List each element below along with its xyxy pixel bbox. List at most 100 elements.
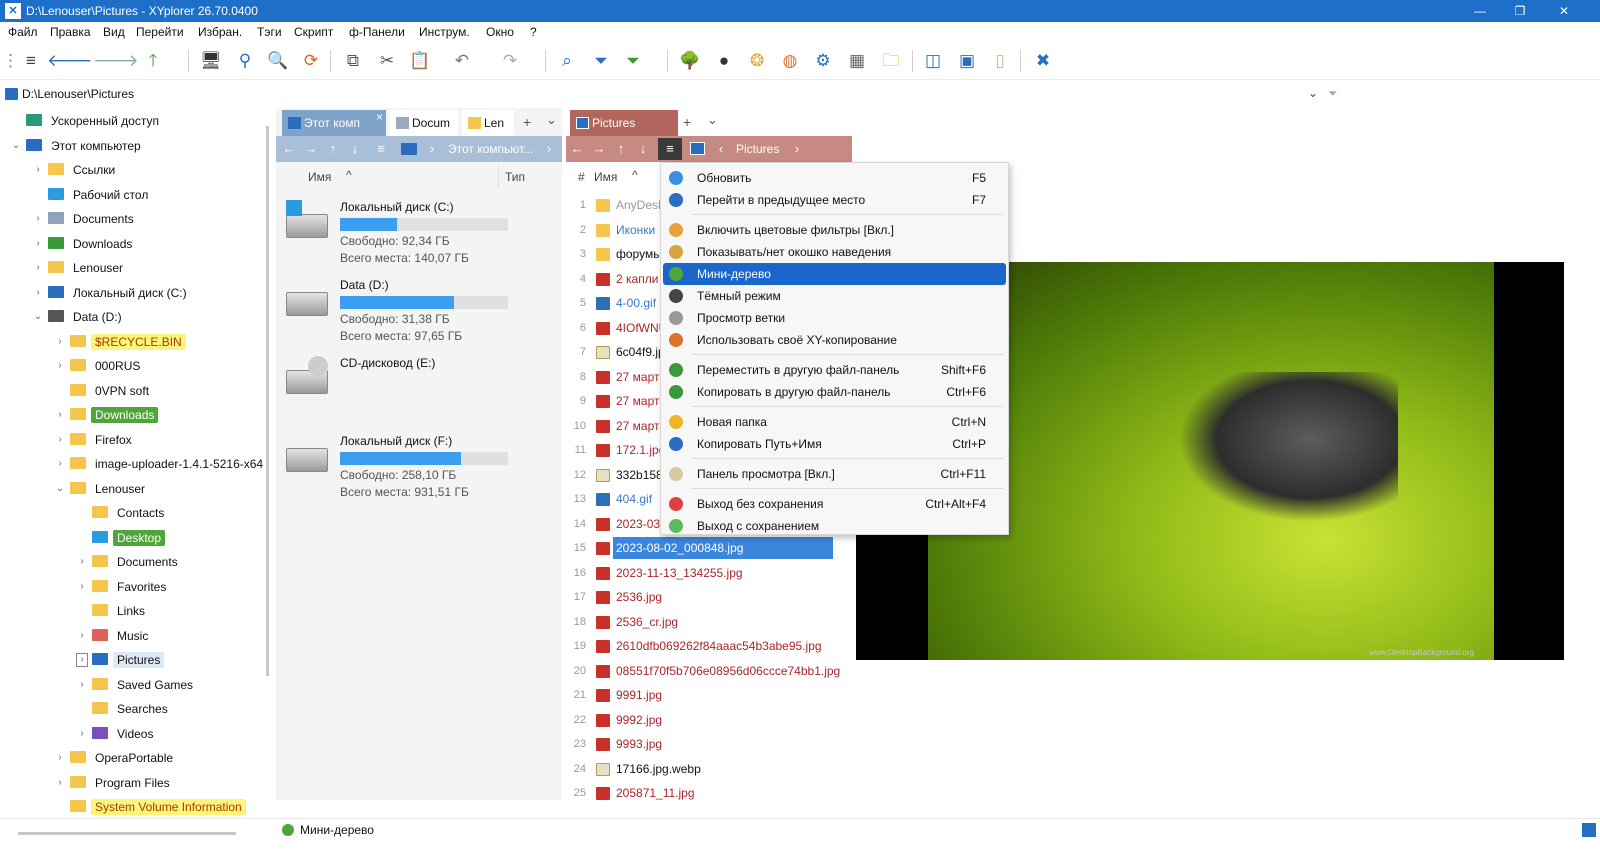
up-arrow-icon[interactable]: 🡑 [140, 48, 166, 74]
tab-list-icon[interactable]: ⌄ [546, 112, 557, 128]
chevron-down-icon[interactable]: ⌄ [32, 306, 44, 328]
new-folder-icon[interactable]: 🗀 [878, 48, 904, 74]
file-row[interactable]: 24 17166.jpg.webp [566, 758, 834, 780]
tree-item[interactable]: › Ссылки [36, 159, 119, 181]
chevron-right-icon[interactable]: › [76, 674, 88, 696]
redo-icon[interactable]: ↷ [497, 48, 523, 74]
menu-script[interactable]: Скрипт [294, 25, 333, 39]
filter-icon[interactable]: ⏷ [588, 48, 614, 74]
color-filter-icon[interactable]: ❂ [744, 48, 770, 74]
address-bar[interactable]: D:\Lenouser\Pictures ⌄ ⏷ [0, 84, 1600, 104]
chevron-right-icon[interactable]: › [540, 141, 558, 156]
tree-item[interactable]: › Documents [80, 551, 182, 573]
menu-item[interactable]: Показывать/нет окошко наведения [663, 241, 1006, 263]
tree-item[interactable]: › Pictures [76, 649, 165, 671]
file-row[interactable]: 19 2610dfb069262f84aaac54b3abe95.jpg [566, 635, 834, 657]
tree-item[interactable]: ⌄ Этот компьютер [12, 135, 145, 157]
menu-panes[interactable]: ф-Панели [349, 25, 405, 39]
back-arrow-icon[interactable]: ← [568, 141, 586, 156]
chevron-down-icon[interactable]: ⌄ [54, 478, 66, 500]
green-filter-icon[interactable]: ⏷ [620, 48, 646, 74]
menu-item[interactable]: Панель просмотра [Вкл.] Ctrl+F11 [663, 463, 1006, 485]
tree-item[interactable]: Ускоренный доступ [26, 110, 163, 132]
drive-item[interactable]: CD-дисковод (E:) [286, 356, 526, 426]
preview-pane-icon[interactable]: ▯ [987, 48, 1013, 74]
chevron-down-icon[interactable]: ⌄ [10, 135, 22, 157]
tree-item[interactable]: › OperaPortable [58, 747, 177, 769]
chevron-right-icon[interactable]: › [76, 625, 88, 647]
status-indicator-icon[interactable] [1582, 823, 1596, 837]
tree-item[interactable]: › 000RUS [58, 355, 144, 377]
menu-item[interactable]: Копировать в другую файл-панель Ctrl+F6 [663, 381, 1006, 403]
tree-item[interactable]: › Lenouser [36, 257, 127, 279]
chevron-right-icon[interactable]: › [788, 141, 806, 156]
chevron-right-icon[interactable]: › [76, 723, 88, 745]
tab-list-icon[interactable]: ⌄ [707, 112, 718, 128]
tree-item[interactable]: › Videos [80, 723, 157, 745]
chevron-right-icon[interactable]: › [32, 208, 44, 230]
undo-icon[interactable]: ↶ [449, 48, 475, 74]
menu-item[interactable]: Переместить в другую файл-панель Shift+F6 [663, 359, 1006, 381]
forward-arrow-icon[interactable]: → [590, 141, 608, 156]
menu-item[interactable]: Выход без сохранения Ctrl+Alt+F4 [663, 493, 1006, 515]
mini-tree-icon[interactable]: 🌳 [677, 48, 703, 74]
column-name[interactable]: Имя [308, 170, 331, 184]
tree-item[interactable]: Links [92, 600, 149, 622]
tree-scrollbar[interactable] [266, 126, 269, 676]
back-arrow-icon[interactable]: 🡐 [47, 48, 93, 74]
maximize-button[interactable]: ❐ [1500, 0, 1540, 22]
menu-file[interactable]: Файл [8, 25, 38, 39]
tree-item[interactable]: › Favorites [80, 576, 170, 598]
tree-item[interactable]: › Downloads [58, 404, 159, 426]
breadcrumb[interactable]: Этот компьют... [448, 142, 533, 156]
menu-item[interactable]: Перейти в предыдущее место F7 [663, 189, 1006, 211]
tree-item[interactable]: › Firefox [58, 429, 136, 451]
chevron-right-icon[interactable]: › [32, 282, 44, 304]
file-row[interactable]: 20 08551f70f5b706e08956d06ccce74bb1.jpg [566, 660, 840, 682]
copy-icon[interactable]: ⧉ [340, 48, 366, 74]
chevron-down-icon[interactable]: ⌄ [1308, 86, 1318, 100]
menu-item[interactable]: Тёмный режим [663, 285, 1006, 307]
chevron-right-icon[interactable]: › [54, 355, 66, 377]
breadcrumb[interactable]: Pictures [736, 142, 779, 156]
close-icon[interactable]: × [376, 110, 383, 130]
chevron-right-icon[interactable]: › [54, 453, 66, 475]
drive-item[interactable]: Локальный диск (C:) Свободно: 92,34 ГБ Все… [286, 200, 526, 270]
search-icon[interactable]: ⌕ [554, 48, 580, 74]
add-tab-icon[interactable]: + [523, 114, 531, 130]
chevron-right-icon[interactable]: › [76, 576, 88, 598]
minimize-button[interactable]: — [1460, 0, 1500, 22]
menu-tools[interactable]: Инструм. [419, 25, 470, 39]
menu-item[interactable]: Включить цветовые фильтры [Вкл.] [663, 219, 1006, 241]
file-row[interactable]: 17 2536.jpg [566, 586, 834, 608]
file-row[interactable]: 25 205871_11.jpg [566, 782, 834, 804]
dual-pane-icon[interactable]: ◫ [920, 48, 946, 74]
file-row[interactable]: 18 2536_cr.jpg [566, 611, 834, 633]
menu-window[interactable]: Окно [486, 25, 514, 39]
paste-icon[interactable]: 📋 [407, 48, 433, 74]
menu-help[interactable]: ? [530, 25, 537, 39]
tab-documents[interactable]: Docum [390, 110, 458, 136]
hamburger-icon[interactable]: ≡ [658, 138, 682, 160]
tree-item[interactable]: › Documents [36, 208, 138, 230]
chevron-right-icon[interactable]: › [76, 653, 88, 667]
tab-lenouser[interactable]: Len [462, 110, 514, 136]
menu-item[interactable]: Просмотр ветки [663, 307, 1006, 329]
tree-item[interactable]: Searches [92, 698, 172, 720]
drive-item[interactable]: Data (D:) Свободно: 31,38 ГБ Всего места: … [286, 278, 526, 348]
menu-go[interactable]: Перейти [136, 25, 184, 39]
column-number[interactable]: # [578, 170, 585, 184]
tree-item[interactable]: Desktop [92, 527, 166, 549]
location-pin-icon[interactable]: ⚲ [232, 48, 258, 74]
tree-item[interactable]: ⌄ Data (D:) [34, 306, 126, 328]
forward-arrow-icon[interactable]: → [302, 141, 320, 156]
tree-item[interactable]: › Program Files [58, 772, 174, 794]
down-arrow-icon[interactable]: ↓ [634, 141, 652, 156]
column-divider[interactable] [498, 166, 499, 188]
tree-item[interactable]: › Локальный диск (C:) [36, 282, 191, 304]
tree-item[interactable]: System Volume Information [70, 796, 246, 818]
column-name[interactable]: Имя [594, 170, 617, 184]
menu-tags[interactable]: Тэги [257, 25, 282, 39]
tree-item[interactable]: Contacts [92, 502, 168, 524]
filter-icon[interactable]: ⏷ [1328, 86, 1338, 101]
